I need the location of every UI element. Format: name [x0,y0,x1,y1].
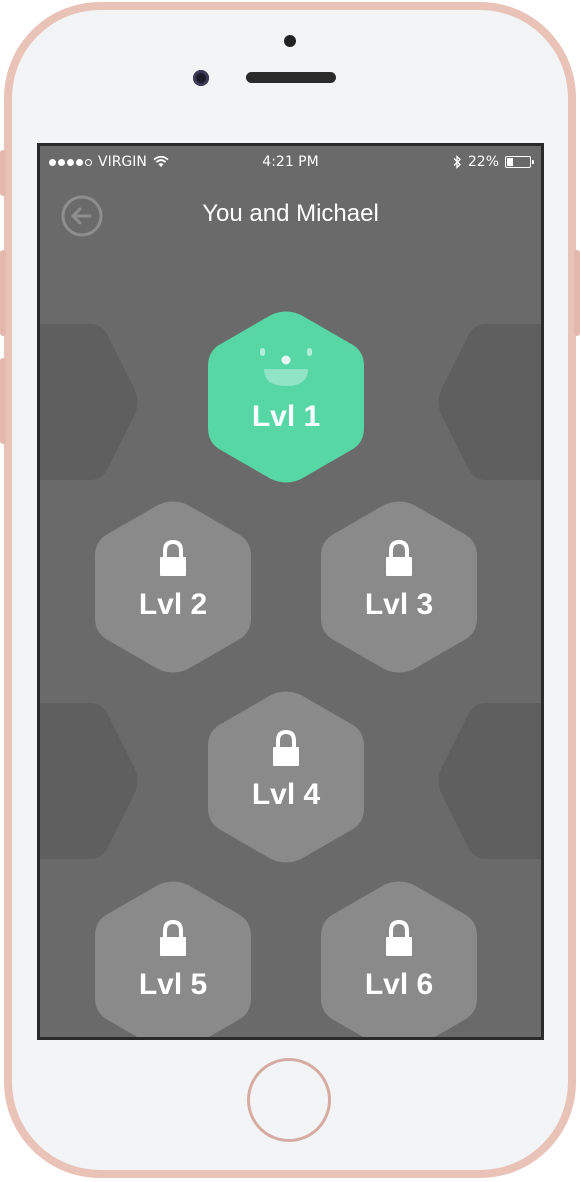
app-display: VIRGIN 4:21 PM 22% You and Michael Lvl 1… [40,146,541,1037]
level-2-label: Lvl 2 [138,588,208,621]
level-1-tile[interactable]: Lvl 1 [206,310,366,484]
level-5-label: Lvl 5 [138,968,208,1001]
volume-down-button [0,358,6,444]
ghost-hex-left-mid [40,703,138,859]
home-button[interactable] [247,1058,331,1142]
front-camera [193,70,209,86]
battery-percentage: 22% [467,154,499,170]
level-1-label: Lvl 1 [251,400,321,433]
battery-icon [505,156,534,168]
status-bar: VIRGIN 4:21 PM 22% [40,146,541,176]
level-4-tile[interactable]: Lvl 4 [206,690,366,864]
level-2-tile[interactable]: Lvl 2 [93,500,253,674]
bluetooth-icon [453,155,461,169]
screen: VIRGIN 4:21 PM 22% You and Michael Lvl 1… [37,143,544,1040]
status-right: 22% [452,154,534,170]
level-5-tile[interactable]: Lvl 5 [93,880,253,1037]
earpiece-speaker [246,72,336,83]
level-3-label: Lvl 3 [364,588,434,621]
mute-switch [0,150,6,196]
volume-up-button [0,250,6,336]
ghost-hex-left-top [40,324,138,480]
ghost-hex-right-mid [438,703,541,859]
level-3-tile[interactable]: Lvl 3 [319,500,479,674]
power-button [574,250,580,336]
ghost-hex-right-top [438,324,541,480]
level-6-label: Lvl 6 [364,968,434,1001]
level-4-label: Lvl 4 [251,778,321,811]
page-title: You and Michael [202,200,379,227]
proximity-sensor [284,35,296,47]
level-6-tile[interactable]: Lvl 6 [319,880,479,1037]
